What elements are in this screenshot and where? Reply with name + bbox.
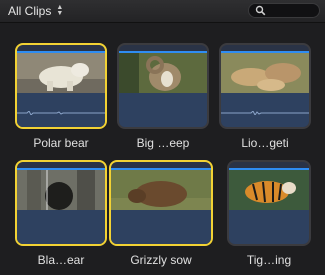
clip-video-frame — [221, 53, 309, 95]
clip-audio-waveform — [17, 93, 105, 127]
clip-name: Grizzly sow — [130, 253, 192, 267]
clip-audio-waveform — [221, 93, 309, 127]
clip-thumbnail[interactable] — [117, 43, 209, 129]
clips-filter-label: All Clips — [8, 4, 52, 18]
clip-audio-waveform — [17, 210, 105, 244]
clip-audio-waveform — [111, 210, 211, 244]
clip-thumbnail[interactable] — [219, 43, 311, 129]
clip-name: Tig…ing — [246, 253, 292, 267]
clips-filter-popup[interactable]: All Clips ▲ ▼ — [8, 2, 63, 20]
search-field[interactable] — [248, 3, 320, 18]
clip-name: Bla…ear — [37, 253, 85, 267]
clip-video-frame — [17, 53, 105, 95]
clip-thumbnail[interactable] — [15, 160, 107, 246]
clip-video-frame — [111, 170, 211, 212]
clip-name: Lio…geti — [241, 136, 289, 150]
clip-video-frame — [17, 170, 105, 212]
clip-audio-waveform — [229, 210, 309, 244]
clip-thumbnail[interactable] — [15, 43, 107, 129]
clip-audio-waveform — [119, 93, 207, 127]
clip-thumbnail[interactable] — [227, 160, 311, 246]
clip-name: Big …eep — [136, 136, 190, 150]
updown-arrows-icon: ▲ ▼ — [56, 4, 64, 17]
clip-name: Polar bear — [33, 136, 89, 150]
clip-video-frame — [119, 53, 207, 95]
browser-toolbar: All Clips ▲ ▼ — [0, 0, 325, 23]
search-icon — [255, 5, 266, 16]
clip-browser: Polar bear Big …eep Lio…geti Bla…ear Gri… — [0, 23, 325, 275]
clip-video-frame — [229, 170, 309, 212]
clip-thumbnail[interactable] — [109, 160, 213, 246]
